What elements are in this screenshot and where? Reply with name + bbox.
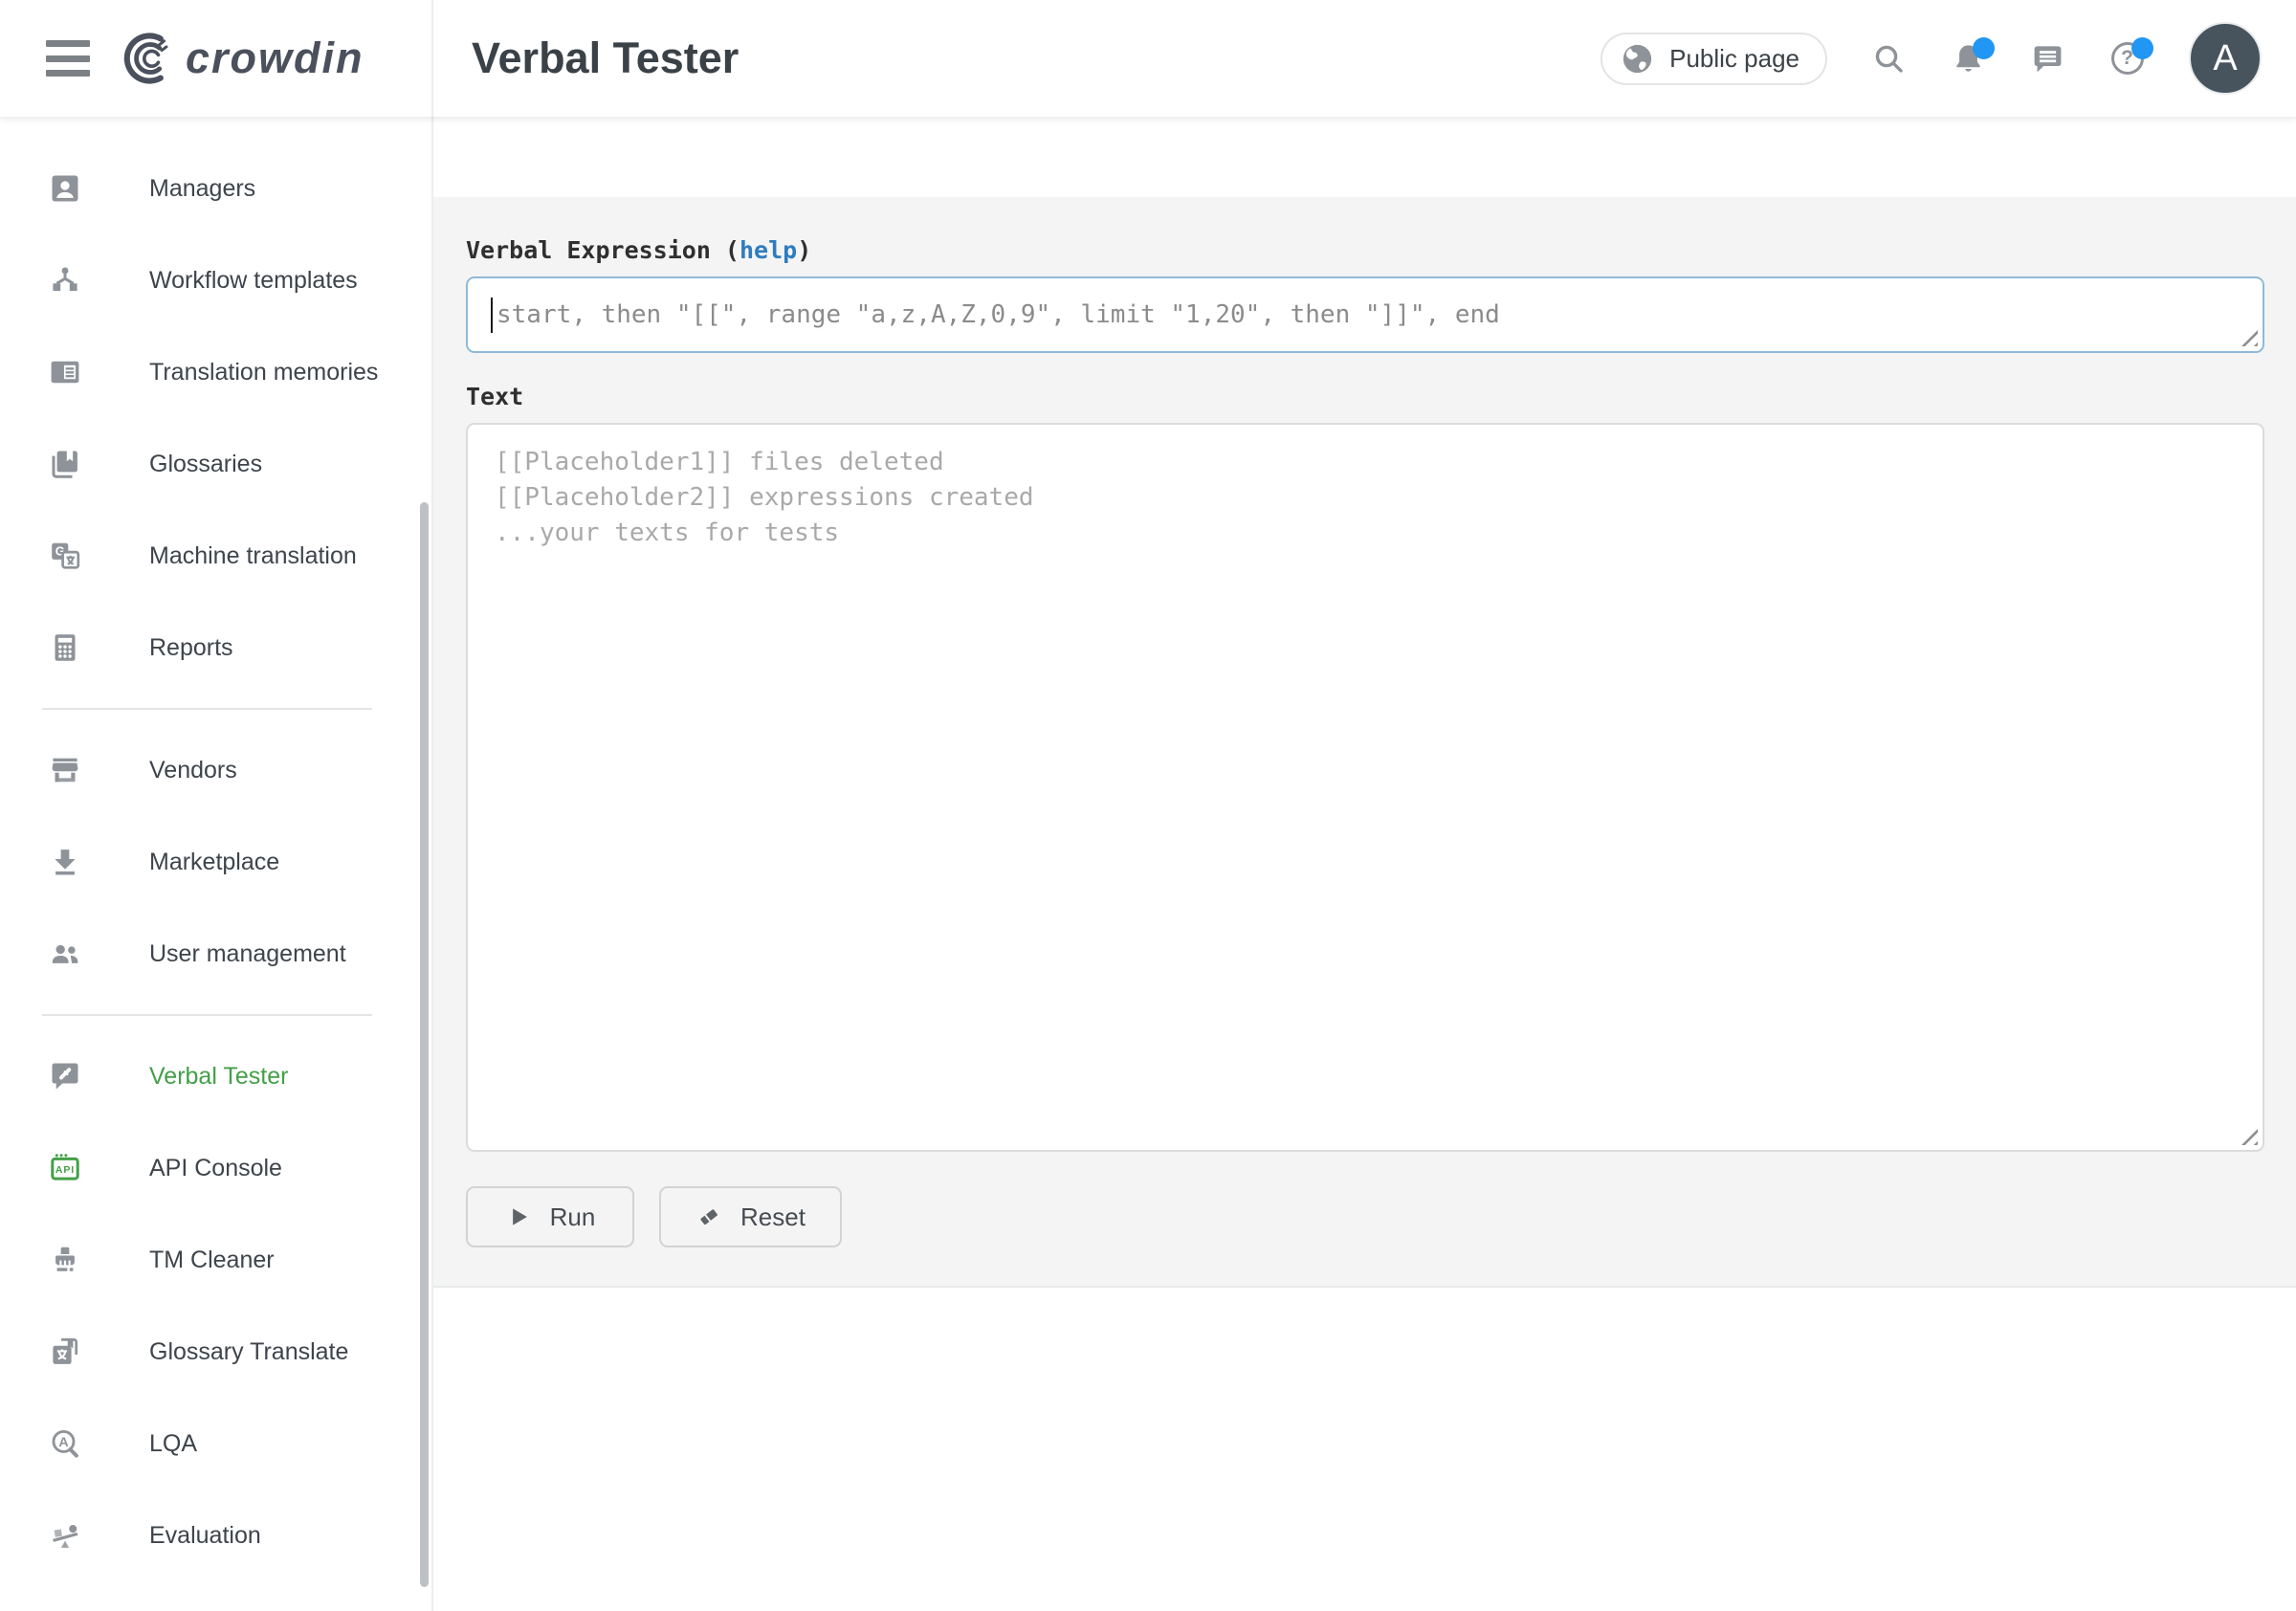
crowdin-wordmark: crowdin <box>186 33 364 83</box>
header-actions: Public page <box>1601 22 2296 95</box>
sidebar-item-glossary-translate[interactable]: Glossary Translate <box>0 1306 431 1398</box>
header-left: crowdin <box>0 0 433 117</box>
glossaries-icon <box>48 447 82 481</box>
sidebar-item-machine-translation[interactable]: G Machine translation <box>0 510 431 602</box>
page: crowdin Verbal Tester Public page <box>0 0 2296 1611</box>
glossary-translate-icon <box>48 1335 82 1369</box>
help-badge <box>2131 37 2153 59</box>
verbal-tester-icon <box>48 1059 82 1093</box>
marketplace-icon <box>48 845 82 879</box>
help-link[interactable]: help <box>740 236 797 264</box>
button-row: Run Reset <box>466 1186 2264 1247</box>
sidebar-item-translation-memories[interactable]: Translation memories <box>0 326 431 418</box>
eraser-icon <box>695 1203 722 1230</box>
sidebar-item-evaluation[interactable]: Evaluation <box>0 1490 431 1581</box>
sidebar-item-api-console[interactable]: API API Console <box>0 1122 431 1214</box>
main-content: Verbal Expression (help) Text Run <box>433 117 2296 1611</box>
sidebar-item-workflow-templates[interactable]: Workflow templates <box>0 234 431 326</box>
public-page-label: Public page <box>1669 44 1799 74</box>
help-icon[interactable]: ? <box>2109 41 2145 77</box>
sidebar-item-tm-cleaner[interactable]: TM Cleaner <box>0 1214 431 1306</box>
search-icon[interactable] <box>1871 41 1907 77</box>
expression-label-prefix: Verbal Expression ( <box>466 236 740 264</box>
run-button[interactable]: Run <box>466 1186 634 1247</box>
menu-hamburger-icon[interactable] <box>46 37 90 79</box>
globe-icon <box>1620 41 1655 77</box>
tm-cleaner-icon <box>48 1243 82 1277</box>
chat-icon[interactable] <box>2030 41 2065 77</box>
api-console-icon: API <box>48 1151 82 1185</box>
vendors-icon <box>48 753 82 787</box>
sidebar-item-marketplace[interactable]: Marketplace <box>0 816 431 908</box>
public-page-button[interactable]: Public page <box>1601 33 1827 85</box>
sidebar-item-user-management[interactable]: User management <box>0 908 431 1000</box>
text-input-wrap <box>466 423 2264 1152</box>
sidebar: Managers Workflow templates Translation … <box>0 117 433 1611</box>
sidebar-item-managers[interactable]: Managers <box>0 143 431 234</box>
text-input[interactable] <box>466 423 2264 1152</box>
sidebar-item-verbal-tester[interactable]: Verbal Tester <box>0 1030 431 1122</box>
header: crowdin Verbal Tester Public page <box>0 0 2296 117</box>
sidebar-item-lqa[interactable]: A LQA <box>0 1398 431 1490</box>
workflow-templates-icon <box>48 263 82 298</box>
notification-badge <box>1973 37 1995 59</box>
svg-text:A: A <box>58 1435 68 1450</box>
sidebar-divider <box>42 1014 372 1016</box>
sidebar-item-reports[interactable]: Reports <box>0 602 431 694</box>
machine-translation-icon: G <box>48 539 82 573</box>
text-label: Text <box>466 382 2264 411</box>
expression-input-wrap <box>466 276 2264 353</box>
translation-memories-icon <box>48 355 82 389</box>
lqa-icon: A <box>48 1426 82 1461</box>
reports-icon <box>48 630 82 665</box>
run-button-label: Run <box>550 1203 596 1232</box>
crowdin-logo-icon <box>122 31 178 86</box>
avatar[interactable]: A <box>2189 22 2262 95</box>
sidebar-item-vendors[interactable]: Vendors <box>0 724 431 816</box>
bell-icon[interactable] <box>1951 41 1986 77</box>
reset-button[interactable]: Reset <box>659 1186 842 1247</box>
crowdin-logo[interactable]: crowdin <box>122 31 364 86</box>
expression-label: Verbal Expression (help) <box>466 235 2264 265</box>
page-title: Verbal Tester <box>472 33 739 83</box>
text-caret <box>491 298 493 333</box>
reset-button-label: Reset <box>740 1203 806 1232</box>
verbal-expression-input[interactable] <box>466 276 2264 353</box>
managers-icon <box>48 171 82 206</box>
sidebar-item-glossaries[interactable]: Glossaries <box>0 418 431 510</box>
sidebar-divider <box>42 708 372 710</box>
evaluation-icon <box>48 1518 82 1553</box>
verbal-tester-panel: Verbal Expression (help) Text Run <box>433 197 2296 1288</box>
svg-text:API: API <box>55 1164 75 1176</box>
user-management-icon <box>48 937 82 971</box>
sidebar-scrollbar[interactable] <box>420 502 429 1587</box>
play-icon <box>505 1203 532 1230</box>
expression-label-suffix: ) <box>797 236 811 264</box>
